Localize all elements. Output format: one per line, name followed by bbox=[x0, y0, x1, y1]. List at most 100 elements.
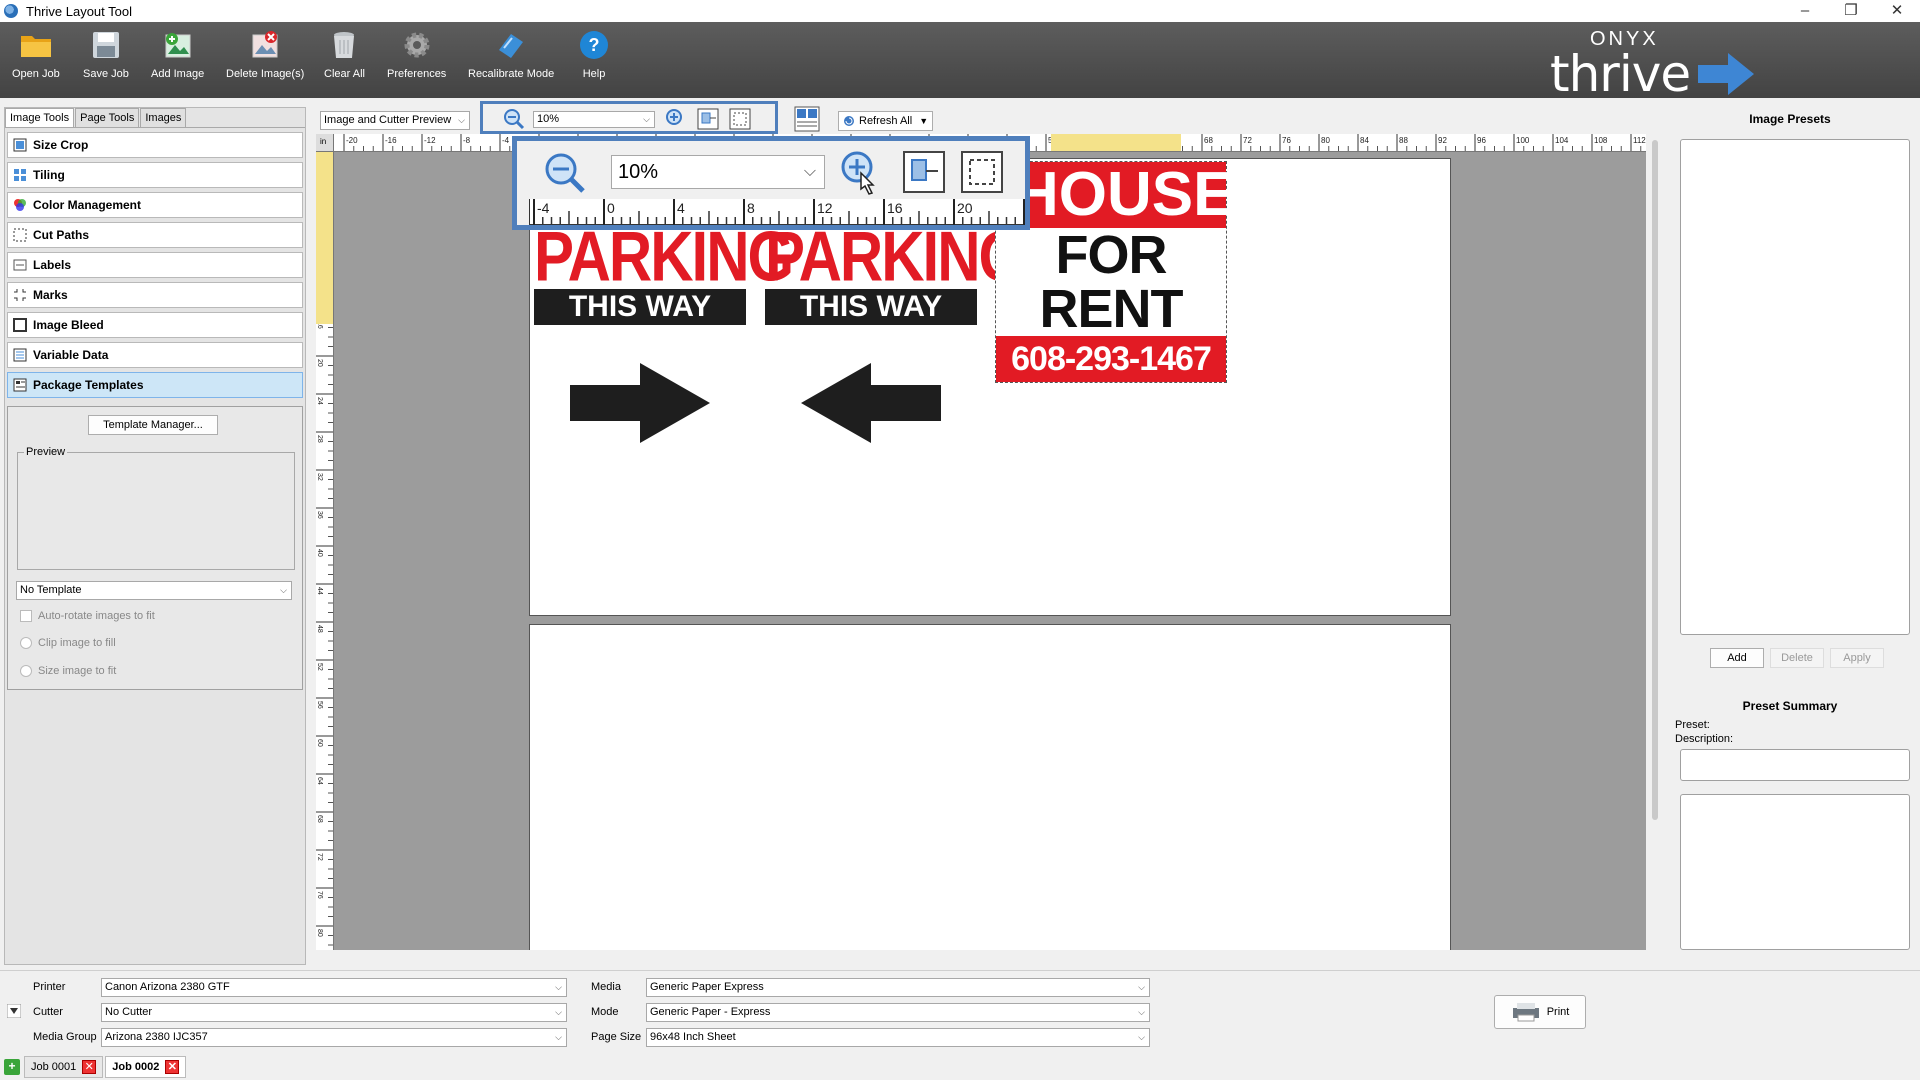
chevron-down-icon: ⌵ bbox=[458, 115, 465, 125]
ruler-label: 20 bbox=[316, 359, 323, 367]
fit-width-icon[interactable] bbox=[697, 108, 719, 130]
add-job-icon[interactable]: + bbox=[4, 1059, 20, 1075]
parking-sign-right[interactable]: PARKING THIS WAY bbox=[765, 221, 1025, 443]
preferences-button[interactable]: Preferences bbox=[387, 28, 446, 80]
ruler-label: 64 bbox=[316, 777, 323, 785]
zoom-in-icon[interactable] bbox=[665, 108, 687, 130]
restore-button[interactable]: ❐ bbox=[1828, 0, 1874, 22]
ruler-label: 0 bbox=[607, 200, 615, 216]
main-toolbar: Open Job Save Job Add Image Delete Image… bbox=[0, 22, 1920, 99]
tool-tiling[interactable]: Tiling bbox=[7, 162, 303, 188]
clip-image-radio[interactable]: Clip image to fill bbox=[20, 637, 116, 649]
ruler-label: 108 bbox=[1594, 136, 1608, 145]
tool-package-templates[interactable]: Package Templates bbox=[7, 372, 303, 398]
right-panel: Image Presets Add Delete Apply Preset Su… bbox=[1670, 107, 1920, 957]
printer-label: Printer bbox=[33, 981, 66, 993]
open-job-button[interactable]: Open Job bbox=[12, 28, 60, 80]
zoom-select[interactable]: 10% ⌵ bbox=[533, 111, 655, 128]
fit-width-icon[interactable] bbox=[903, 151, 945, 193]
left-panel: Image Tools Page Tools Images Size Crop … bbox=[4, 107, 306, 965]
clear-all-button[interactable]: Clear All bbox=[324, 28, 365, 80]
tool-cut-paths[interactable]: Cut Paths bbox=[7, 222, 303, 248]
delete-preset-button[interactable]: Delete bbox=[1770, 648, 1824, 668]
template-select[interactable]: No Template ⌵ bbox=[16, 581, 292, 600]
tool-variable-data[interactable]: Variable Data bbox=[7, 342, 303, 368]
add-preset-button[interactable]: Add bbox=[1710, 648, 1764, 668]
size-image-radio[interactable]: Size image to fit bbox=[20, 665, 116, 677]
cutter-select[interactable]: No Cutter ⌵ bbox=[101, 1003, 567, 1022]
sheet-2[interactable] bbox=[529, 624, 1451, 950]
fit-page-icon[interactable] bbox=[729, 108, 751, 130]
delete-images-button[interactable]: Delete Image(s) bbox=[226, 28, 304, 80]
image-presets-list[interactable] bbox=[1680, 139, 1910, 635]
ruler-label: -8 bbox=[463, 136, 471, 145]
template-manager-button[interactable]: Template Manager... bbox=[88, 415, 218, 435]
ruler-label: -16 bbox=[385, 136, 397, 145]
auto-rotate-checkbox[interactable]: Auto-rotate images to fit bbox=[20, 610, 155, 622]
zoom-in-icon[interactable] bbox=[839, 151, 885, 201]
tab-page-tools[interactable]: Page Tools bbox=[75, 108, 140, 127]
job-tab-0001[interactable]: Job 0001 ✕ bbox=[24, 1056, 104, 1078]
zoom-out-icon[interactable] bbox=[543, 151, 587, 195]
ruler-label: 32 bbox=[316, 473, 323, 481]
printer-select[interactable]: Canon Arizona 2380 GTF ⌵ bbox=[101, 978, 567, 997]
tool-marks[interactable]: Marks bbox=[7, 282, 303, 308]
media-group-select[interactable]: Arizona 2380 IJC357 ⌵ bbox=[101, 1028, 567, 1047]
tab-images[interactable]: Images bbox=[140, 108, 187, 127]
window-controls: – ❐ ✕ bbox=[1782, 0, 1920, 22]
job-tab-0002[interactable]: Job 0002 ✕ bbox=[105, 1056, 187, 1078]
print-button[interactable]: Print bbox=[1494, 995, 1586, 1029]
description-field[interactable] bbox=[1680, 749, 1910, 781]
ruler-label: 68 bbox=[1204, 136, 1213, 145]
package-templates-panel: Template Manager... Preview No Template … bbox=[7, 406, 303, 690]
tab-image-tools[interactable]: Image Tools bbox=[5, 108, 75, 127]
minimize-button[interactable]: – bbox=[1782, 0, 1828, 22]
filter-icon[interactable] bbox=[7, 1004, 21, 1018]
help-button[interactable]: ? Help bbox=[577, 28, 611, 80]
close-job-icon[interactable]: ✕ bbox=[82, 1060, 97, 1074]
save-job-button[interactable]: Save Job bbox=[83, 28, 129, 80]
ruler-label: 92 bbox=[1438, 136, 1447, 145]
zoom-out-icon[interactable] bbox=[503, 108, 525, 130]
mode-label: Mode bbox=[591, 1006, 619, 1018]
variable-data-icon bbox=[13, 348, 27, 362]
refresh-all-button[interactable]: Refresh All ▼ bbox=[838, 111, 934, 131]
tool-size-crop[interactable]: Size Crop bbox=[7, 132, 303, 158]
layout-view-icon[interactable] bbox=[794, 106, 820, 132]
close-button[interactable]: ✕ bbox=[1874, 0, 1920, 22]
canvas-vertical-scrollbar[interactable] bbox=[1652, 140, 1658, 820]
folder-icon bbox=[19, 28, 53, 62]
ruler-label: 36 bbox=[316, 511, 323, 519]
tool-image-bleed[interactable]: Image Bleed bbox=[7, 312, 303, 338]
title-bar: Thrive Layout Tool – ❐ ✕ bbox=[0, 0, 1920, 22]
description-label: Description: bbox=[1675, 733, 1734, 745]
apply-preset-button[interactable]: Apply bbox=[1830, 648, 1884, 668]
svg-text:?: ? bbox=[589, 35, 600, 55]
tool-labels[interactable]: Labels bbox=[7, 252, 303, 278]
tool-color-management[interactable]: Color Management bbox=[7, 192, 303, 218]
ruler-selection-highlight bbox=[1051, 134, 1181, 151]
recalibrate-mode-button[interactable]: Recalibrate Mode bbox=[468, 28, 554, 80]
page-size-select[interactable]: 96x48 Inch Sheet ⌵ bbox=[646, 1028, 1150, 1047]
ruler-label: -20 bbox=[346, 136, 358, 145]
chevron-down-icon[interactable]: ▼ bbox=[919, 116, 928, 126]
media-group-label: Media Group bbox=[33, 1031, 97, 1043]
ruler-label: 16 bbox=[887, 200, 903, 216]
ruler-label: -12 bbox=[424, 136, 436, 145]
add-image-button[interactable]: Add Image bbox=[151, 28, 204, 80]
close-job-icon[interactable]: ✕ bbox=[165, 1060, 180, 1074]
ruler-label: 72 bbox=[1243, 136, 1252, 145]
preset-summary-box bbox=[1680, 794, 1910, 950]
media-select[interactable]: Generic Paper Express ⌵ bbox=[646, 978, 1150, 997]
bleed-icon bbox=[13, 318, 27, 332]
view-mode-select[interactable]: Image and Cutter Preview ⌵ bbox=[320, 111, 470, 130]
print-settings-panel: Printer Canon Arizona 2380 GTF ⌵ Cutter N… bbox=[0, 970, 1920, 1050]
mode-select[interactable]: Generic Paper - Express ⌵ bbox=[646, 1003, 1150, 1022]
template-preview: Preview bbox=[17, 446, 295, 570]
fit-page-icon[interactable] bbox=[961, 151, 1003, 193]
layout-canvas[interactable]: in -20-16-12-8-4048121620242832364044485… bbox=[316, 134, 1646, 950]
ruler-label: 76 bbox=[316, 891, 323, 899]
parking-sign-left[interactable]: PARKING THIS WAY bbox=[534, 221, 794, 443]
zoom-select-magnified[interactable]: 10% ⌵ bbox=[611, 155, 825, 189]
gear-icon bbox=[400, 28, 434, 62]
